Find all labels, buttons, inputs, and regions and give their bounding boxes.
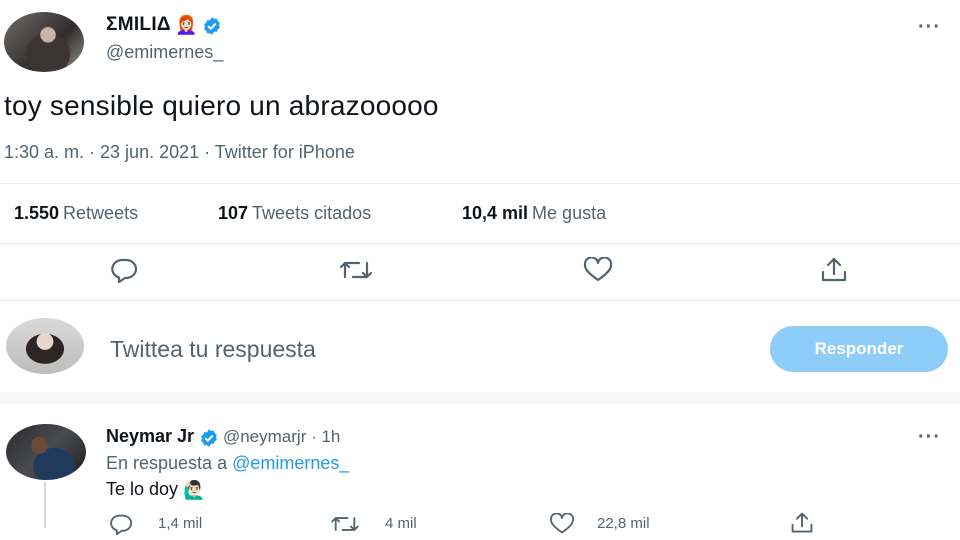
divider — [0, 300, 960, 301]
more-options-icon[interactable]: ··· — [918, 16, 941, 39]
stat-quotes-label: Tweets citados — [252, 203, 372, 223]
stat-likes[interactable]: 10,4 mil Me gusta — [462, 203, 606, 224]
in-reply-to: En respuesta a @emimernes_ — [106, 453, 349, 474]
reply-text: Te lo doy — [106, 479, 179, 499]
stat-quotes-count: 107 — [218, 203, 249, 223]
section-separator — [0, 392, 960, 404]
reply-text-emoji: 🙋🏻‍♂️ — [183, 479, 206, 500]
reply-reply-count: 1,4 mil — [158, 515, 203, 532]
stat-retweets-label: Retweets — [63, 203, 139, 223]
reply-icon[interactable] — [109, 257, 139, 283]
stat-retweets[interactable]: 1.550 Retweets — [14, 203, 138, 224]
reply-retweet-icon[interactable] — [330, 513, 360, 535]
like-icon[interactable] — [582, 257, 614, 283]
author-handle[interactable]: @emimernes_ — [106, 42, 223, 63]
reply-share-icon[interactable] — [788, 511, 816, 535]
reply-like-icon[interactable] — [548, 513, 576, 535]
reply-more-options-icon[interactable]: ··· — [918, 426, 941, 449]
share-icon[interactable] — [818, 256, 850, 284]
reply-retweet-count: 4 mil — [385, 515, 417, 532]
thread-line — [44, 482, 46, 528]
author-avatar[interactable] — [4, 12, 84, 72]
stat-quotes[interactable]: 107 Tweets citados — [218, 203, 371, 224]
reply-author-name: Neymar Jr — [106, 426, 195, 446]
stat-likes-label: Me gusta — [532, 203, 607, 223]
reply-like-count: 22,8 mil — [597, 515, 650, 532]
reply-author-avatar[interactable] — [6, 424, 86, 480]
reply-author-row[interactable]: Neymar Jr @neymarjr · 1h — [106, 426, 340, 448]
stat-retweets-count: 1.550 — [14, 203, 60, 223]
reply-button[interactable]: Responder — [770, 326, 948, 372]
in-reply-to-handle-link[interactable]: @emimernes_ — [232, 453, 349, 473]
author-name-emoji: 👩🏻‍🦰 — [175, 15, 198, 36]
author-display-name: ƩMILIΔ — [106, 14, 171, 35]
reply-verified-badge-icon — [199, 428, 219, 448]
reply-text-row: Te lo doy 🙋🏻‍♂️ — [106, 479, 205, 501]
divider — [0, 183, 960, 184]
tweet-meta[interactable]: 1:30 a. m. · 23 jun. 2021 · Twitter for … — [4, 142, 355, 163]
in-reply-to-prefix: En respuesta a — [106, 453, 228, 473]
current-user-avatar[interactable] — [6, 318, 84, 374]
divider — [0, 243, 960, 244]
verified-badge-icon — [202, 16, 222, 36]
author-name-row[interactable]: ƩMILIΔ 👩🏻‍🦰 — [106, 14, 222, 36]
reply-compose-input[interactable]: Twittea tu respuesta — [110, 336, 316, 363]
reply-reply-icon[interactable] — [108, 513, 134, 535]
retweet-icon[interactable] — [339, 257, 373, 283]
reply-author-handle-time: @neymarjr · 1h — [222, 427, 341, 446]
stat-likes-count: 10,4 mil — [462, 203, 529, 223]
tweet-text: toy sensible quiero un abrazooooo — [4, 90, 439, 121]
